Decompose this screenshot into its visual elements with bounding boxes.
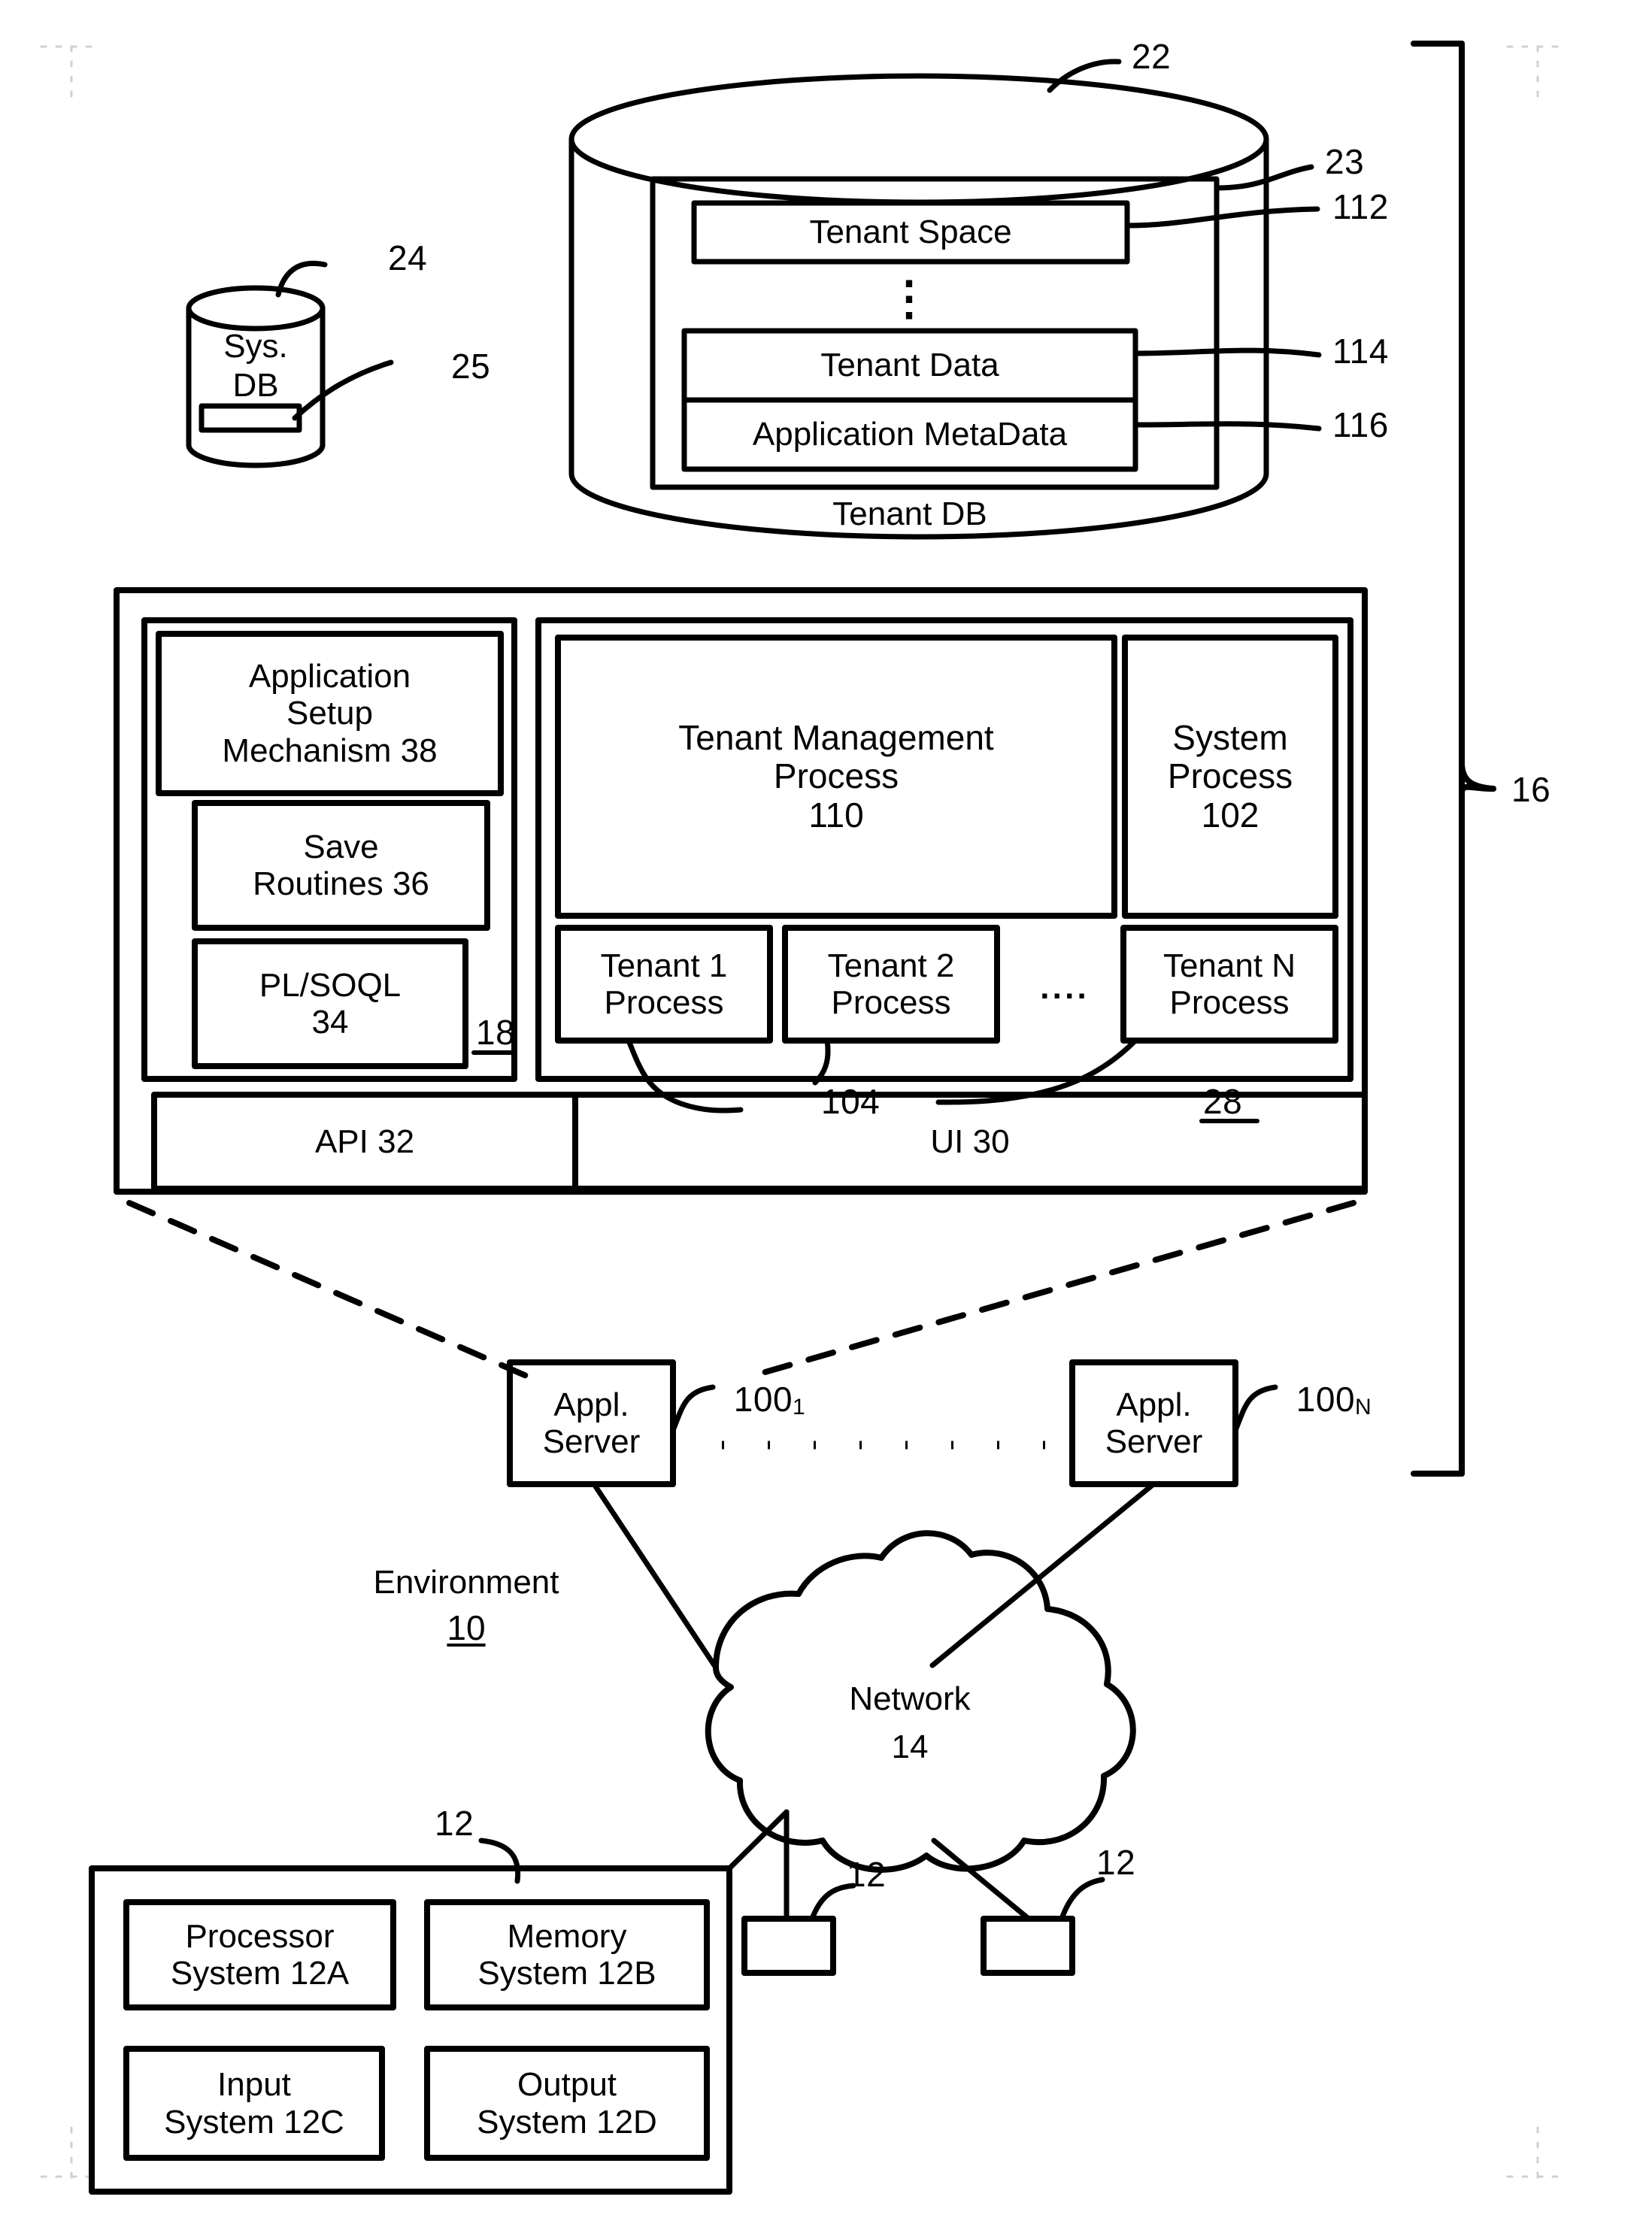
ref-100-1: 1001 [720, 1367, 805, 1434]
sys-db-label-line2: DB [232, 367, 279, 404]
ref-22: 22 [1132, 37, 1172, 76]
tenant-n-process-label: Tenant N Process [1162, 947, 1296, 1021]
tenant-db-ellipsis: ⋮ [886, 273, 934, 326]
patent-figure: 22 23 Tenant Space 112 ⋮ Tenant Data 114… [0, 0, 1652, 2233]
appl-server-left-label: Appl. Server [542, 1386, 641, 1460]
api-label: API 32 [314, 1123, 415, 1160]
user-system-leader [478, 1838, 521, 1884]
ref-25: 25 [451, 347, 491, 386]
tenant-data-label: Tenant Data [820, 347, 999, 384]
tenant-management-process-label: Tenant Management Process 110 [678, 717, 994, 835]
ref-100-n: 100N [1283, 1367, 1372, 1434]
tenant-space-label: Tenant Space [809, 214, 1012, 251]
memory-system-label: Memory System 12B [477, 1917, 656, 1992]
input-system-label: Input System 12C [164, 2066, 344, 2141]
ref-16: 16 [1511, 770, 1551, 809]
dashed-expansion-lines [126, 1200, 1356, 1379]
tenant-db-label: Tenant DB [832, 495, 987, 533]
appl-server-right-label: Appl. Server [1105, 1386, 1203, 1460]
output-system-label: Output System 12D [477, 2066, 657, 2141]
application-metadata-label: Application MetaData [752, 416, 1068, 453]
application-setup-mechanism-label: Application Setup Mechanism 38 [222, 658, 438, 769]
ref-100-n-num: 100 [1296, 1379, 1356, 1419]
ref-116: 116 [1332, 405, 1389, 444]
ref-14: 14 [891, 1729, 929, 1766]
ui-label: UI 30 [930, 1123, 1010, 1160]
terminal-box-2 [981, 1916, 1075, 1976]
plsoql-label: PL/SOQL 34 [259, 966, 402, 1041]
ref-24: 24 [388, 238, 428, 277]
ref-114: 114 [1332, 332, 1389, 371]
system-process-label: System Process 102 [1167, 717, 1293, 835]
processor-system-label: Processor System 12A [170, 1917, 350, 1992]
ref-18: 18 [476, 1013, 516, 1052]
ref-23: 23 [1325, 142, 1365, 181]
ref-12-terminal-2: 12 [1096, 1843, 1136, 1882]
ref-100-1-sub: 1 [793, 1395, 805, 1420]
environment-label: Environment [373, 1564, 559, 1601]
bracket-16 [1411, 41, 1496, 1477]
ref-12-terminal-1: 12 [847, 1855, 887, 1894]
ref-10: 10 [447, 1608, 486, 1647]
sys-db-label-line1: Sys. [223, 328, 288, 365]
terminal-box-1 [741, 1916, 836, 1976]
tenant-2-process-label: Tenant 2 Process [827, 947, 955, 1021]
server-network-connectors [591, 1481, 1156, 1671]
ref-12-user-system: 12 [435, 1804, 474, 1843]
save-routines-label: Save Routines 36 [253, 828, 429, 902]
ref-112: 112 [1332, 187, 1389, 226]
ref-100-1-num: 100 [733, 1379, 793, 1419]
ref-100-n-sub: N [1355, 1395, 1372, 1420]
tenant-1-process-label: Tenant 1 Process [600, 947, 728, 1021]
tenant-process-ellipsis: . . . . [1040, 969, 1087, 1007]
network-label: Network [849, 1680, 971, 1718]
